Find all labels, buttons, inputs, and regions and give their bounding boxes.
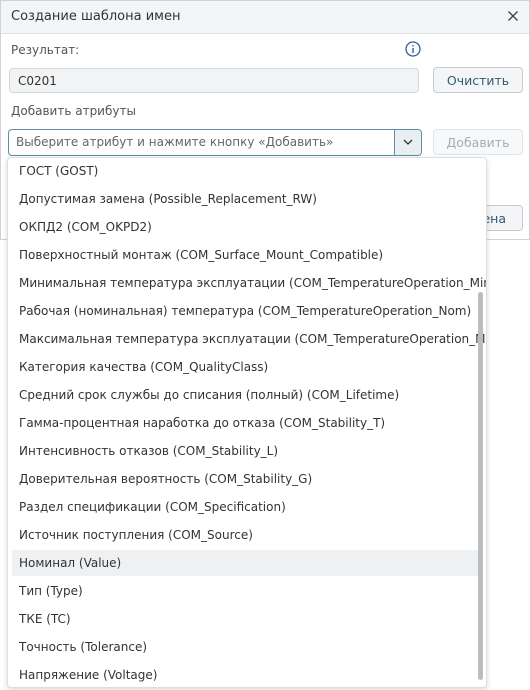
close-icon[interactable]: [505, 8, 521, 24]
dropdown-option[interactable]: Источник поступления (COM_Source): [12, 522, 480, 548]
clear-button[interactable]: Очистить: [433, 67, 523, 93]
attribute-select[interactable]: Выберите атрибут и нажмите кнопку «Добав…: [8, 129, 422, 156]
select-toggle[interactable]: [394, 130, 421, 155]
dialog-titlebar: Создание шаблона имен: [1, 1, 529, 34]
dialog-title: Создание шаблона имен: [11, 9, 181, 24]
dropdown-option[interactable]: Категория качества (COM_QualityClass): [12, 354, 480, 380]
info-icon[interactable]: [405, 41, 421, 57]
dropdown-option[interactable]: ТКЕ (TC): [12, 606, 480, 632]
scrollbar-thumb[interactable]: [478, 292, 483, 680]
attribute-dropdown-list: ГОСТ (GOST) Допустимая замена (Possible_R…: [7, 157, 487, 688]
dropdown-option[interactable]: Точность (Tolerance): [12, 634, 480, 660]
dropdown-option[interactable]: Раздел спецификации (COM_Specification): [12, 494, 480, 520]
dropdown-option[interactable]: Номинал (Value): [12, 550, 480, 576]
dropdown-option[interactable]: Средний срок службы до списания (полный)…: [12, 382, 480, 408]
dropdown-option[interactable]: Тип (Type): [12, 578, 480, 604]
result-field[interactable]: C0201: [9, 68, 419, 93]
add-attributes-label: Добавить атрибуты: [11, 104, 136, 118]
dropdown-option[interactable]: Поверхностный монтаж (COM_Surface_Mount_…: [12, 242, 480, 268]
dropdown-option[interactable]: Гамма-процентная наработка до отказа (CO…: [12, 410, 480, 436]
dropdown-option[interactable]: Минимальная температура эксплуатации (CO…: [12, 270, 486, 296]
dropdown-option[interactable]: Допустимая замена (Possible_Replacement_…: [12, 186, 480, 212]
dropdown-option[interactable]: Максимальная температура эксплуатации (C…: [12, 326, 486, 352]
chevron-down-icon: [403, 139, 413, 145]
attribute-select-placeholder: Выберите атрибут и нажмите кнопку «Добав…: [16, 135, 334, 149]
add-button: Добавить: [433, 129, 523, 155]
dropdown-option[interactable]: Интенсивность отказов (COM_Stability_L): [12, 438, 480, 464]
dropdown-option[interactable]: ГОСТ (GOST): [12, 158, 480, 184]
dropdown-option[interactable]: Доверительная вероятность (COM_Stability…: [12, 466, 480, 492]
dropdown-option[interactable]: ОКПД2 (COM_OKPD2): [12, 214, 480, 240]
result-label: Результат:: [11, 43, 80, 57]
dropdown-option[interactable]: Напряжение (Voltage): [12, 662, 480, 687]
dropdown-option[interactable]: Рабочая (номинальная) температура (COM_T…: [12, 298, 480, 324]
